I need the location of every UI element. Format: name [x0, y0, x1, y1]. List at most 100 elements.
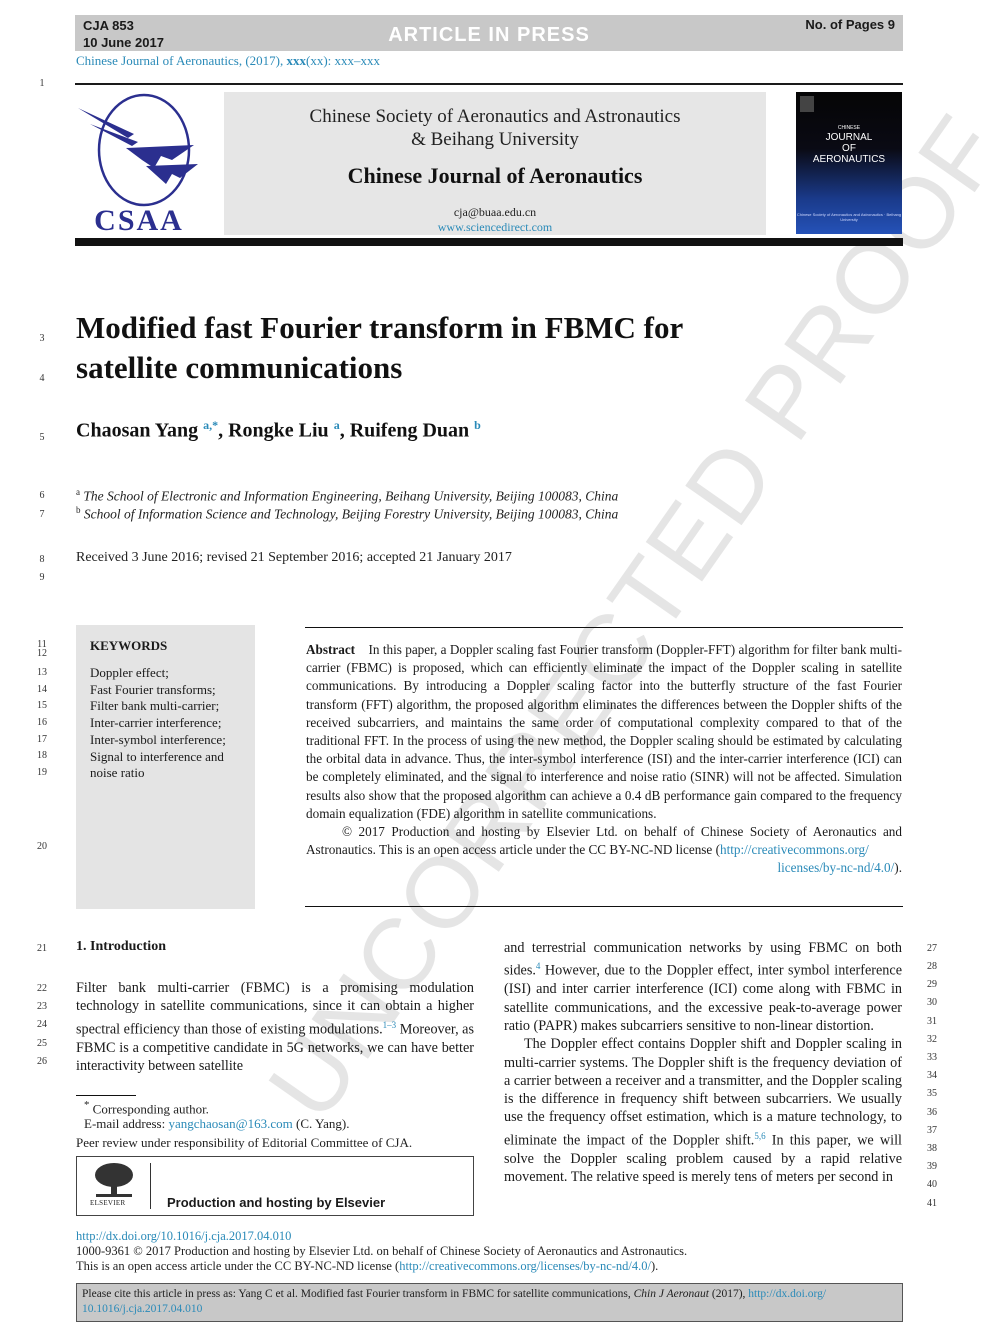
license-link[interactable]: http://creativecommons.org/licenses/by-n… [399, 1259, 651, 1273]
doi-link[interactable]: http://dx.doi.org/10.1016/j.cja.2017.04.… [76, 1229, 291, 1244]
author-name: Chaosan Yang [76, 419, 199, 442]
line-number: 34 [927, 1070, 937, 1081]
author-name: Ruifeng Duan [349, 419, 470, 442]
keyword: Inter-symbol interference; [90, 731, 226, 747]
line-number: 30 [927, 997, 937, 1008]
line-number: 21 [37, 943, 47, 954]
received-dates: Received 3 June 2016; revised 21 Septemb… [76, 550, 512, 565]
csaa-emblem-icon: CSAA [78, 93, 198, 237]
license-link[interactable]: licenses/by-nc-nd/4.0/ [777, 860, 894, 875]
line-number: 5 [39, 432, 45, 443]
line-number: 20 [37, 841, 47, 852]
keyword: Doppler effect; [90, 665, 169, 680]
abstract-text: In this paper, a Doppler scaling fast Fo… [306, 642, 903, 821]
affiliation: b School of Information Science and Tech… [76, 505, 618, 523]
cover-title: JOURNAL OF AERONAUTICS [796, 132, 902, 165]
paragraph: and terrestrial communication networks b… [504, 939, 902, 1035]
keywords-list: Doppler effect; Fast Fourier transforms;… [90, 665, 226, 782]
abstract-top-rule [305, 627, 903, 628]
line-number: 18 [37, 750, 47, 761]
line-number: 40 [927, 1179, 937, 1190]
line-number: 31 [927, 1016, 937, 1027]
paragraph-text: However, due to the Doppler effect, inte… [504, 963, 902, 1034]
author-email-link[interactable]: yangchaosan@163.com [168, 1116, 292, 1131]
line-number: 4 [39, 373, 45, 384]
line-number: 32 [927, 1034, 937, 1045]
footnote-rule [76, 1095, 136, 1096]
cite-journal: Chin J Aeronaut [633, 1288, 709, 1300]
line-number: 41 [927, 1198, 937, 1209]
journal-ref-volume: xxx [286, 53, 306, 68]
keyword: Fast Fourier transforms; [90, 681, 216, 697]
line-number: 17 [37, 734, 47, 745]
copyright-end: ). [894, 860, 902, 876]
cover-title-line: OF [842, 143, 856, 154]
divider [150, 1163, 151, 1209]
journal-cover-image: CHINESE JOURNAL OF AERONAUTICS Chinese S… [796, 92, 902, 234]
keywords-heading: KEYWORDS [90, 638, 168, 653]
line-number: 1 [39, 78, 45, 89]
journal-name: Chinese Journal of Aeronautics [347, 163, 643, 188]
cite-doi-link[interactable]: 10.1016/j.cja.2017.04.010 [82, 1303, 202, 1315]
line-number: 25 [37, 1038, 47, 1049]
line-number: 36 [927, 1107, 937, 1118]
email-label: E-mail address: [84, 1116, 169, 1131]
masthead-top-rule [75, 83, 903, 85]
author-affiliation-mark[interactable]: a,* [203, 418, 218, 432]
body-column-left: Filter bank multi-carrier (FBMC) is a pr… [76, 979, 474, 1075]
society-line-1: Chinese Society of Aeronautics and Astro… [309, 106, 681, 127]
logo-text: CSAA [94, 204, 184, 236]
line-number: 16 [37, 717, 47, 728]
author-list: Chaosan Yang a,*, Rongke Liu a, Ruifeng … [76, 418, 481, 442]
citation-link[interactable]: 1–3 [383, 1020, 397, 1030]
author-affiliation-mark[interactable]: b [474, 418, 481, 432]
abstract-copyright: © 2017 Production and hosting by Elsevie… [306, 823, 902, 859]
cover-subtitle: Chinese Society of Aeronautics and Astro… [796, 212, 902, 222]
license-link[interactable]: http://creativecommons.org/ [720, 842, 869, 857]
cite-prefix: Please cite this article in press as: Ya… [82, 1288, 634, 1300]
cite-doi-link[interactable]: http://dx.doi.org/ [748, 1288, 826, 1300]
title-line-2: satellite communications [76, 350, 403, 385]
elsevier-hosting-box: ELSEVIER Production and hosting by Elsev… [76, 1156, 474, 1216]
affiliation-text: The School of Electronic and Information… [83, 488, 619, 504]
oa-prefix: This is an open access article under the… [76, 1259, 400, 1273]
line-number: 26 [37, 1056, 47, 1067]
journal-website-link[interactable]: www.sciencedirect.com [224, 220, 766, 235]
affiliation-mark: a [76, 487, 80, 497]
line-number: 14 [37, 684, 47, 695]
body-column-right: and terrestrial communication networks b… [504, 939, 902, 1186]
csaa-logo: CSAA [76, 90, 202, 237]
affiliation-text: School of Information Science and Techno… [83, 506, 619, 522]
abstract-label: Abstract [306, 642, 356, 657]
title-line-1: Modified fast Fourier transform in FBMC … [76, 310, 684, 345]
abstract-bottom-rule [305, 906, 903, 907]
masthead-bottom-rule [75, 238, 903, 246]
footnote-corresponding: * Corresponding author. [84, 1099, 209, 1117]
line-number: 28 [927, 961, 937, 972]
citation-link[interactable]: 5,6 [754, 1131, 765, 1141]
line-number: 13 [37, 667, 47, 678]
oa-suffix: ). [650, 1259, 659, 1273]
line-number: 12 [37, 648, 47, 659]
section-heading-introduction: 1. Introduction [76, 939, 166, 954]
line-number: 19 [37, 767, 47, 778]
affiliation-mark: b [76, 505, 81, 515]
paragraph: The Doppler effect contains Doppler shif… [504, 1035, 902, 1186]
keyword: Filter bank multi-carrier; [90, 698, 220, 714]
society-line-2: & Beihang University [411, 129, 579, 150]
footnote-email: E-mail address: yangchaosan@163.com (C. … [84, 1116, 349, 1132]
journal-reference[interactable]: Chinese Journal of Aeronautics, (2017), … [76, 53, 380, 69]
line-number: 35 [927, 1088, 937, 1099]
journal-email[interactable]: cja@buaa.edu.cn [224, 205, 766, 220]
line-number: 37 [927, 1125, 937, 1136]
line-number: 9 [39, 572, 45, 583]
cover-title-line: AERONAUTICS [812, 154, 886, 165]
line-number: 22 [37, 983, 47, 994]
author-affiliation-mark[interactable]: a [334, 418, 340, 432]
keyword: Inter-carrier interference; [90, 715, 222, 731]
line-number: 15 [37, 700, 47, 711]
line-number: 7 [39, 509, 45, 520]
issn-copyright: 1000-9361 © 2017 Production and hosting … [76, 1244, 688, 1258]
keywords-box: KEYWORDS Doppler effect; Fast Fourier tr… [76, 625, 255, 909]
footnote-text: Corresponding author. [92, 1101, 209, 1117]
